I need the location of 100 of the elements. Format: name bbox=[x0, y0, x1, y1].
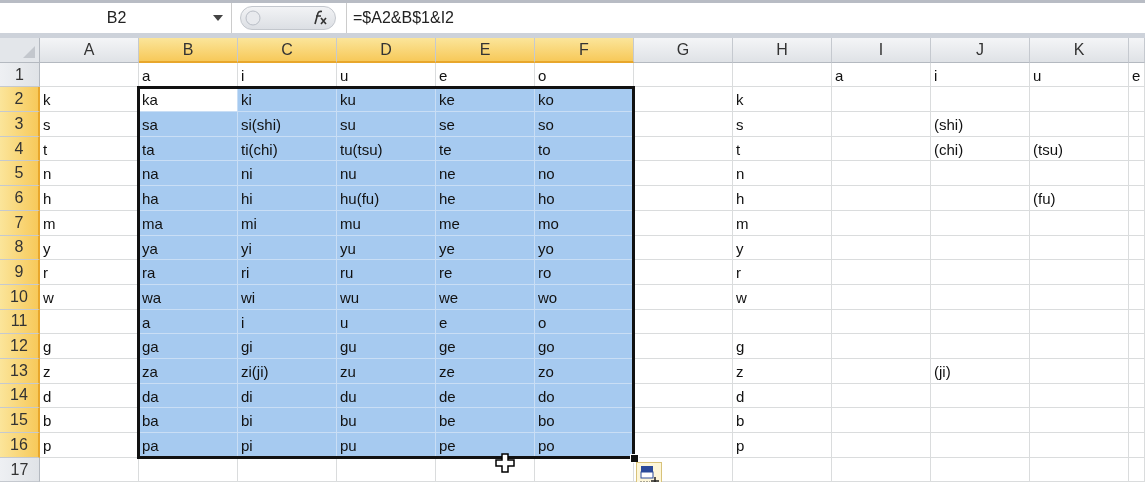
table-cell: a bbox=[139, 62, 238, 88]
paste-options-button[interactable] bbox=[636, 462, 662, 483]
table-cell: w bbox=[40, 284, 139, 310]
table-cell: ka bbox=[139, 87, 238, 113]
table-cell: zo bbox=[535, 358, 634, 384]
table-cell: u bbox=[337, 62, 436, 88]
table-cell: r bbox=[40, 260, 139, 285]
column-header[interactable]: I bbox=[832, 38, 931, 63]
table-cell: e bbox=[436, 62, 535, 88]
column-header[interactable]: A bbox=[40, 38, 139, 63]
table-cell: di bbox=[238, 383, 337, 409]
row-header[interactable]: 7 bbox=[0, 210, 40, 236]
dropdown-caret-icon[interactable] bbox=[213, 15, 223, 21]
table-cell: k bbox=[40, 87, 139, 113]
table-cell: ti(chi) bbox=[238, 136, 337, 162]
table-cell: (tsu) bbox=[1030, 136, 1129, 162]
table-cell: n bbox=[40, 161, 139, 187]
table-cell: yi bbox=[238, 235, 337, 261]
table-cell: a bbox=[832, 62, 931, 88]
table-cell bbox=[1129, 186, 1145, 211]
table-cell bbox=[1129, 260, 1145, 285]
column-header[interactable]: F bbox=[535, 38, 634, 63]
table-cell: nu bbox=[337, 161, 436, 187]
row-header[interactable]: 17 bbox=[0, 457, 40, 483]
table-cell: (shi) bbox=[931, 112, 1030, 137]
column-header[interactable]: H bbox=[733, 38, 832, 63]
row-header[interactable]: 9 bbox=[0, 260, 40, 285]
table-cell: s bbox=[733, 112, 832, 137]
fill-handle[interactable] bbox=[630, 454, 639, 464]
row-header[interactable]: 6 bbox=[0, 186, 40, 211]
table-cell bbox=[1129, 309, 1145, 335]
column-header[interactable]: B bbox=[139, 38, 238, 63]
table-cell: so bbox=[535, 112, 634, 137]
table-cell: wu bbox=[337, 284, 436, 310]
table-cell: ku bbox=[337, 87, 436, 113]
table-cell: p bbox=[40, 433, 139, 458]
row-header[interactable]: 3 bbox=[0, 112, 40, 137]
table-cell: y bbox=[733, 235, 832, 261]
table-cell: i bbox=[238, 309, 337, 335]
row-header[interactable]: 10 bbox=[0, 284, 40, 310]
table-cell: pi bbox=[238, 433, 337, 458]
row-header[interactable]: 11 bbox=[0, 309, 40, 335]
row-header[interactable]: 12 bbox=[0, 334, 40, 359]
table-cell: zu bbox=[337, 358, 436, 384]
table-cell: (ji) bbox=[931, 358, 1030, 384]
name-box[interactable]: B2 bbox=[0, 3, 232, 33]
column-header[interactable]: D bbox=[337, 38, 436, 63]
table-cell bbox=[1129, 284, 1145, 310]
table-cell: ro bbox=[535, 260, 634, 285]
table-cell: re bbox=[436, 260, 535, 285]
column-header[interactable]: G bbox=[634, 38, 733, 63]
table-cell: u bbox=[337, 309, 436, 335]
column-header[interactable]: K bbox=[1030, 38, 1129, 63]
row-header[interactable]: 8 bbox=[0, 235, 40, 261]
table-cell: r bbox=[733, 260, 832, 285]
table-cell: yu bbox=[337, 235, 436, 261]
table-cell bbox=[1129, 383, 1145, 409]
formula-bar-handle[interactable] bbox=[240, 6, 336, 30]
table-cell: d bbox=[733, 383, 832, 409]
table-cell: se bbox=[436, 112, 535, 137]
row-header[interactable]: 14 bbox=[0, 383, 40, 409]
table-cell bbox=[1129, 87, 1145, 113]
table-cell: de bbox=[436, 383, 535, 409]
table-cell: s bbox=[40, 112, 139, 137]
table-cell: p bbox=[733, 433, 832, 458]
column-header[interactable]: E bbox=[436, 38, 535, 63]
row-header[interactable]: 4 bbox=[0, 136, 40, 162]
table-cell: m bbox=[40, 210, 139, 236]
column-header[interactable]: C bbox=[238, 38, 337, 63]
table-cell: a bbox=[139, 309, 238, 335]
row-header[interactable]: 15 bbox=[0, 408, 40, 433]
column-header[interactable]: J bbox=[931, 38, 1030, 63]
table-cell: ba bbox=[139, 408, 238, 433]
table-cell: ni bbox=[238, 161, 337, 187]
formula-field[interactable]: =$A2&B$1&I2 bbox=[346, 3, 1145, 33]
row-header[interactable]: 1 bbox=[0, 62, 40, 88]
table-cell: te bbox=[436, 136, 535, 162]
table-cell: ne bbox=[436, 161, 535, 187]
table-cell: i bbox=[931, 62, 1030, 88]
table-cell: k bbox=[733, 87, 832, 113]
table-cell: ko bbox=[535, 87, 634, 113]
row-header[interactable]: 13 bbox=[0, 358, 40, 384]
table-cell: hi bbox=[238, 186, 337, 211]
table-cell: t bbox=[733, 136, 832, 162]
table-cell: ho bbox=[535, 186, 634, 211]
table-cell: du bbox=[337, 383, 436, 409]
table-cell: ze bbox=[436, 358, 535, 384]
table-cell: wo bbox=[535, 284, 634, 310]
table-cell: hu(fu) bbox=[337, 186, 436, 211]
row-header[interactable]: 5 bbox=[0, 161, 40, 187]
table-cell bbox=[1129, 334, 1145, 359]
row-header[interactable]: 16 bbox=[0, 433, 40, 458]
table-cell: sa bbox=[139, 112, 238, 137]
table-cell: m bbox=[733, 210, 832, 236]
table-cell bbox=[1129, 161, 1145, 187]
row-header[interactable]: 2 bbox=[0, 87, 40, 113]
table-cell: w bbox=[733, 284, 832, 310]
table-cell: d bbox=[40, 383, 139, 409]
table-cell: b bbox=[40, 408, 139, 433]
function-icon[interactable] bbox=[311, 10, 329, 26]
